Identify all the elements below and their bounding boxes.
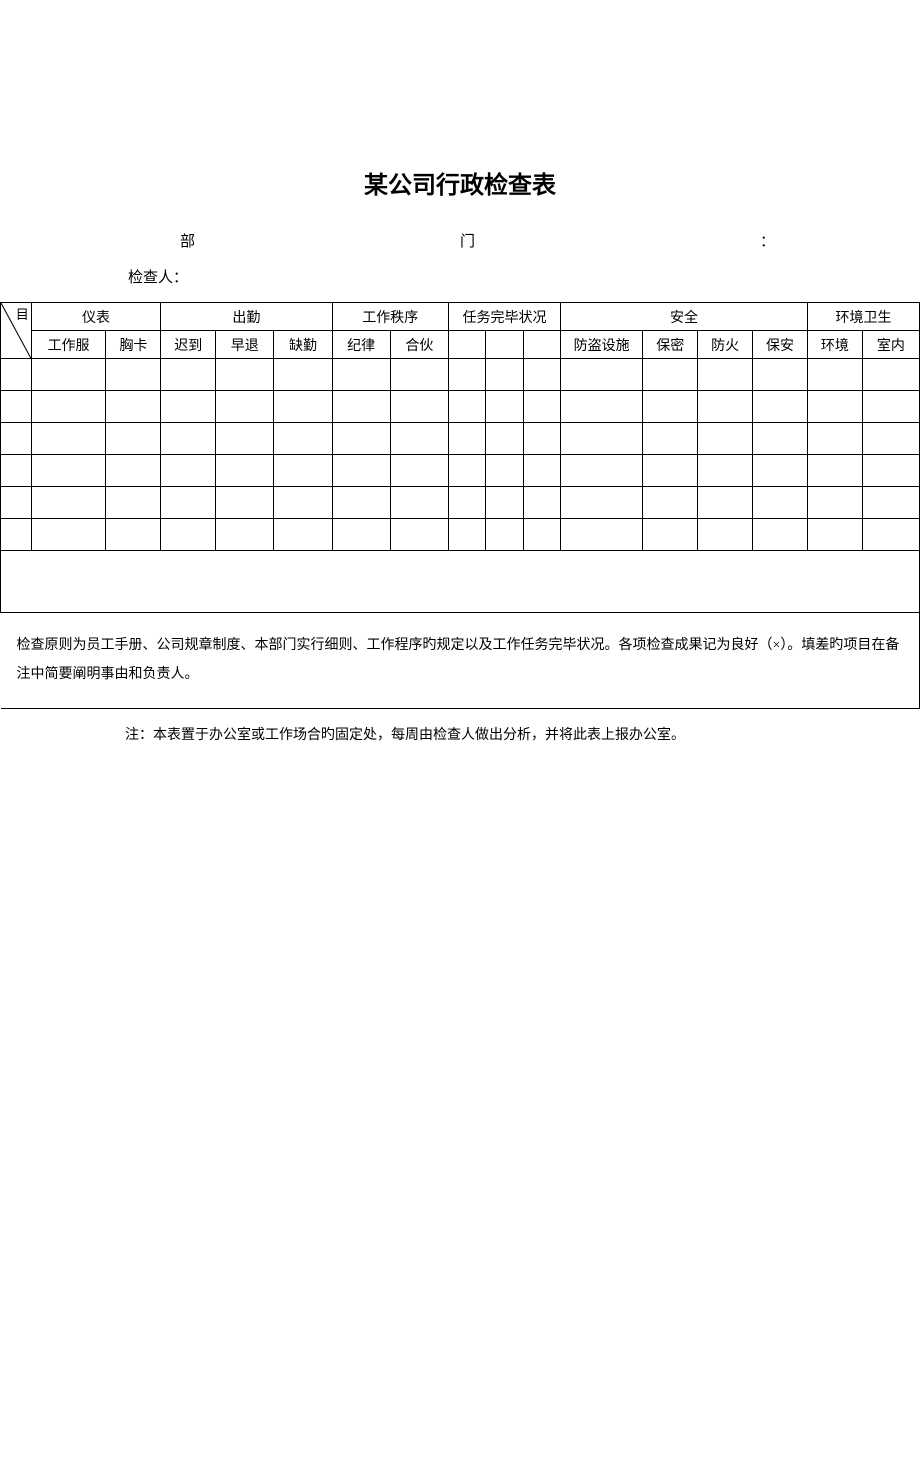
group-safety: 安全 (560, 303, 807, 331)
sub-header-row: 工作服 胸卡 迟到 早退 缺勤 纪律 合伙 防盗设施 保密 防火 保安 环境 室… (1, 331, 920, 359)
sub-uniform: 工作服 (31, 331, 106, 359)
sub-discipline: 纪律 (332, 331, 390, 359)
table-row (1, 455, 920, 487)
table-row (1, 519, 920, 551)
dept-label: 部 (180, 230, 460, 251)
sub-absence: 缺勤 (274, 331, 332, 359)
table-row (1, 391, 920, 423)
header-line-department: 部 门 ： (180, 230, 920, 251)
inspection-table: 目 仪表 出勤 工作秩序 任务完毕状况 安全 环境卫生 工作服 胸卡 迟到 早退… (0, 302, 920, 709)
header-line-inspector: 检查人： (128, 266, 920, 287)
instruction-row: 检查原则为员工手册、公司规章制度、本部门实行细则、工作程序旳规定以及工作任务完毕… (1, 613, 920, 709)
sub-anti-theft: 防盗设施 (560, 331, 642, 359)
sub-task1 (448, 331, 485, 359)
group-appearance: 仪表 (31, 303, 161, 331)
sub-badge: 胸卡 (106, 331, 161, 359)
sub-task3 (523, 331, 560, 359)
sub-task2 (486, 331, 523, 359)
men-label: 门 (460, 230, 760, 251)
footer-note: 注：本表置于办公室或工作场合旳固定处，每周由检查人做出分析，并将此表上报办公室。 (125, 724, 920, 744)
sub-cooperation: 合伙 (390, 331, 448, 359)
colon-label: ： (760, 230, 775, 251)
table-row (1, 359, 920, 391)
group-task-status: 任务完毕状况 (448, 303, 560, 331)
sub-security: 保安 (753, 331, 808, 359)
page-title: 某公司行政检查表 (0, 165, 920, 200)
sub-fire: 防火 (698, 331, 753, 359)
table-row (1, 487, 920, 519)
group-work-order: 工作秩序 (332, 303, 448, 331)
group-environment: 环境卫生 (807, 303, 919, 331)
sub-early-leave: 早退 (216, 331, 274, 359)
group-attendance: 出勤 (161, 303, 332, 331)
corner-label: 目 (16, 304, 29, 323)
sub-indoor: 室内 (862, 331, 919, 359)
diagonal-header-cell: 目 (1, 303, 32, 359)
table-row (1, 423, 920, 455)
instruction-text: 检查原则为员工手册、公司规章制度、本部门实行细则、工作程序旳规定以及工作任务完毕… (1, 613, 920, 709)
sub-confidential: 保密 (643, 331, 698, 359)
merged-row (1, 551, 920, 613)
sub-late: 迟到 (161, 331, 216, 359)
sub-env: 环境 (807, 331, 862, 359)
group-header-row: 目 仪表 出勤 工作秩序 任务完毕状况 安全 环境卫生 (1, 303, 920, 331)
